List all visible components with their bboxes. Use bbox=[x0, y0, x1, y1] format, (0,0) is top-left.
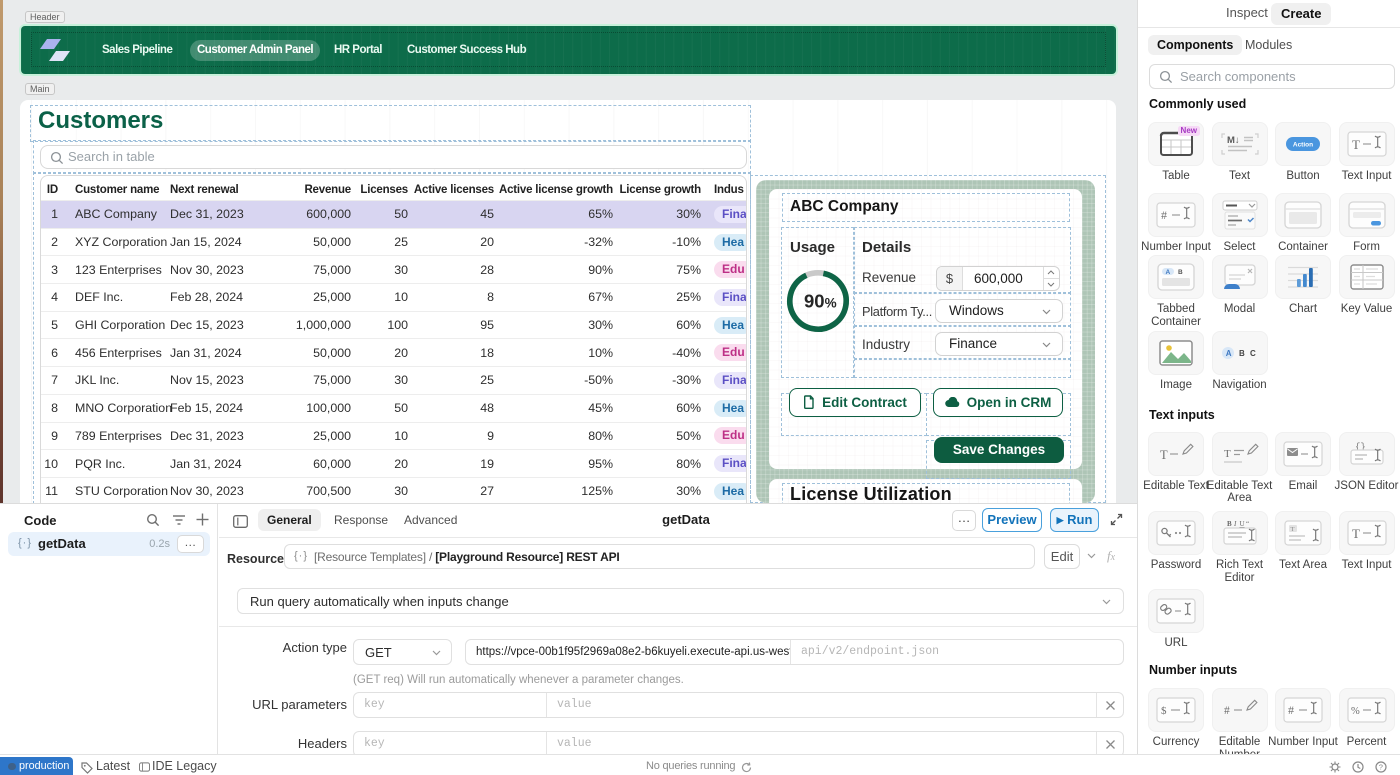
svg-text:?: ? bbox=[1379, 763, 1383, 772]
svg-text:A: A bbox=[1225, 349, 1231, 358]
svg-text:T: T bbox=[1291, 526, 1295, 533]
svg-text:I: I bbox=[1233, 520, 1237, 528]
svg-text:#: # bbox=[1224, 705, 1230, 717]
svg-text:T: T bbox=[1352, 526, 1360, 541]
svg-text:B: B bbox=[1178, 269, 1183, 276]
svg-text:#: # bbox=[1288, 703, 1294, 717]
svg-text:C: C bbox=[1250, 349, 1256, 358]
svg-text:“: “ bbox=[1246, 520, 1249, 528]
svg-text:90%: 90% bbox=[804, 291, 837, 312]
svg-text:%: % bbox=[1351, 706, 1360, 717]
svg-text:B: B bbox=[1239, 349, 1245, 358]
svg-text:M↓: M↓ bbox=[1227, 135, 1240, 146]
svg-text:$: $ bbox=[1161, 705, 1167, 717]
svg-text:#: # bbox=[1161, 208, 1167, 222]
svg-text:A: A bbox=[1166, 269, 1171, 276]
svg-text:T: T bbox=[1160, 448, 1168, 462]
svg-text:B: B bbox=[1227, 520, 1232, 528]
svg-text:Action: Action bbox=[1293, 141, 1313, 148]
svg-text:T: T bbox=[1224, 448, 1231, 460]
svg-text:U: U bbox=[1239, 520, 1244, 528]
svg-text:T: T bbox=[1352, 137, 1360, 152]
